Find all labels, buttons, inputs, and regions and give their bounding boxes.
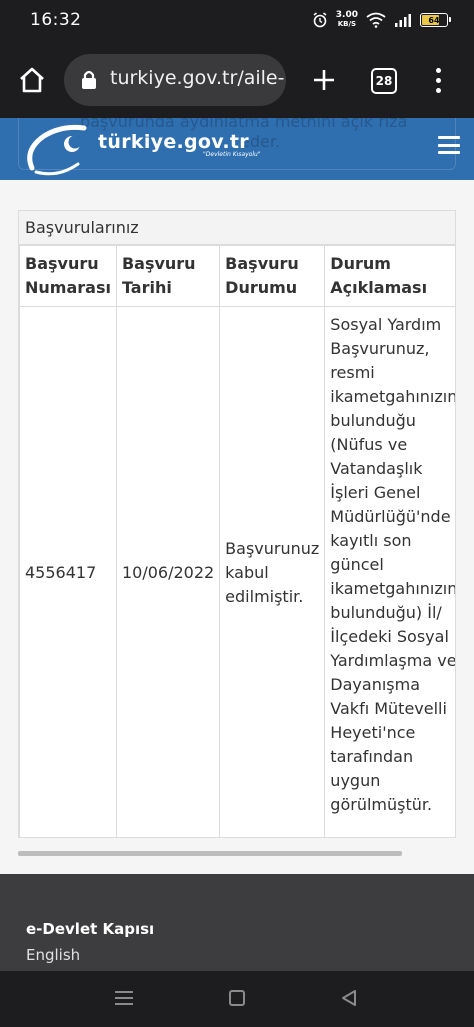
application-date: 10/06/2022 — [115, 306, 221, 837]
dot-icon — [435, 77, 441, 83]
battery-icon: 64 — [420, 13, 451, 27]
menu-line-icon — [438, 151, 460, 154]
application-number: 4556417 — [19, 306, 117, 837]
column-header: Başvuru Numarası — [19, 245, 117, 307]
site-footer: e-Devlet Kapısı English — [0, 874, 474, 971]
english-link[interactable]: English — [26, 946, 80, 964]
browser-menu-button[interactable] — [424, 62, 452, 98]
back-icon[interactable] — [340, 989, 358, 1007]
applications-table: Başvuru Numarası Başvuru Tarihi Başvuru … — [19, 245, 455, 837]
status-bar: 16:32 3.00 KB/S 64 — [0, 0, 474, 42]
menu-line-icon — [115, 991, 133, 993]
home-icon — [20, 67, 44, 93]
scrolled-text: başvurunda aydınlatma metnini açık rıza — [80, 118, 408, 131]
table-header-row: Başvuru Numarası Başvuru Tarihi Başvuru … — [19, 245, 455, 307]
network-speed-unit: KB/S — [337, 20, 357, 28]
dot-icon — [435, 67, 441, 73]
panel-title: Başvurularınız — [25, 218, 139, 237]
nav-home-button[interactable] — [229, 990, 245, 1006]
plus-icon — [314, 70, 334, 90]
site-menu-button[interactable] — [438, 136, 460, 154]
new-tab-button[interactable] — [306, 62, 342, 98]
tab-switcher-button[interactable]: 28 — [371, 68, 397, 94]
logo-tagline: "Devletin Kısayolu" — [203, 151, 261, 158]
panel-heading: Başvurularınız — [19, 211, 455, 245]
main-content: Başvurularınız Başvuru Numarası Başvuru … — [0, 180, 474, 874]
url-text: turkiye.gov.tr/aile- — [110, 67, 285, 89]
status-icons: 3.00 KB/S 64 — [312, 8, 451, 32]
home-button[interactable] — [14, 62, 50, 98]
lock-icon — [82, 70, 96, 89]
browser-toolbar: turkiye.gov.tr/aile- 28 — [0, 42, 474, 118]
system-nav-bar — [0, 971, 474, 1027]
wifi-icon — [366, 12, 386, 28]
column-header: Başvuru Tarihi — [115, 245, 221, 307]
application-status: Başvurunuz kabul edilmiştir. — [219, 306, 326, 837]
menu-line-icon — [115, 1003, 133, 1005]
table-row: 4556417 10/06/2022 Başvurunuz kabul edil… — [19, 306, 455, 837]
turkiye-gov-logo[interactable] — [22, 120, 102, 178]
column-header: Başvuru Durumu — [219, 245, 326, 307]
signal-icon — [395, 14, 411, 27]
column-header: Durum Açıklaması — [324, 245, 455, 307]
menu-line-icon — [438, 143, 460, 147]
horizontal-scrollbar[interactable] — [18, 851, 402, 856]
site-header: başvurunda aydınlatma metnini açık rıza … — [0, 118, 474, 180]
menu-line-icon — [438, 136, 460, 139]
recent-apps-button[interactable] — [115, 991, 133, 1005]
footer-title: e-Devlet Kapısı — [26, 920, 155, 938]
address-bar[interactable]: turkiye.gov.tr/aile- — [64, 54, 286, 106]
menu-line-icon — [115, 997, 133, 999]
battery-level: 64 — [428, 15, 440, 25]
dot-icon — [435, 87, 441, 93]
logo-text: türkiye.gov.tr — [98, 131, 249, 153]
network-speed: 3.00 KB/S — [336, 11, 358, 29]
status-time: 16:32 — [30, 10, 82, 30]
applications-panel: Başvurularınız Başvuru Numarası Başvuru … — [18, 210, 456, 838]
alarm-icon — [313, 12, 327, 28]
status-description: Sosyal Yardım Başvurunuz, resmi ikametga… — [324, 306, 455, 837]
network-speed-value: 3.00 — [335, 10, 358, 20]
